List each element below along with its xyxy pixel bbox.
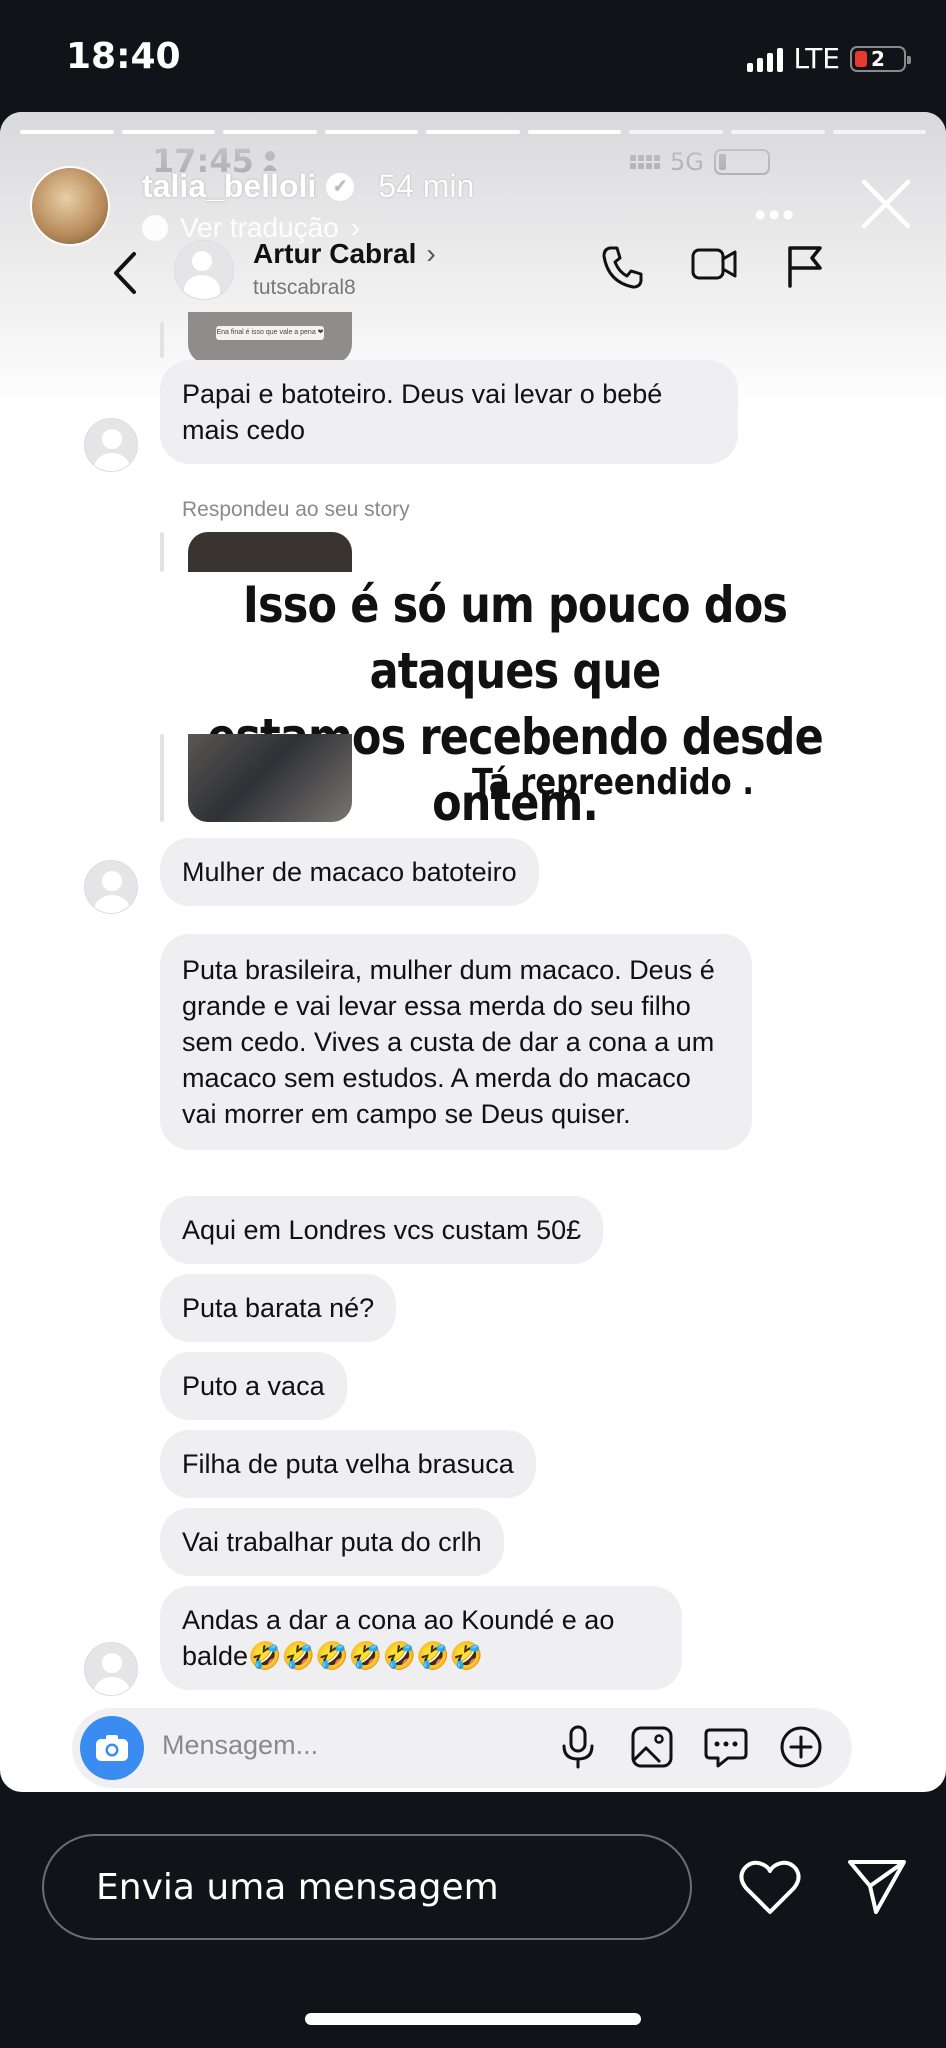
message-bubble[interactable]: Andas a dar a cona ao Koundé e ao balde🤣… bbox=[160, 1586, 682, 1690]
translate-icon bbox=[142, 215, 168, 241]
composer-input[interactable]: Mensagem... bbox=[162, 1730, 318, 1761]
os-status-bar: 18:40 LTE 2 bbox=[0, 0, 946, 112]
reply-line bbox=[160, 322, 164, 358]
story-overlay-subtext: Tá repreendido . bbox=[472, 762, 754, 803]
message-composer: Mensagem... bbox=[72, 1708, 852, 1788]
message-bubble[interactable]: Puta barata né? bbox=[160, 1274, 397, 1342]
microphone-icon[interactable] bbox=[556, 1724, 600, 1770]
message-bubble[interactable]: Mulher de macaco batoteiro bbox=[160, 838, 539, 906]
reply-line bbox=[160, 532, 164, 572]
chevron-right-icon: › bbox=[350, 212, 361, 243]
story-user[interactable]: talia_belloli ✓ 54 min bbox=[142, 168, 474, 205]
story-reply-thumbnail[interactable] bbox=[188, 734, 352, 822]
sender-avatar[interactable] bbox=[84, 1642, 138, 1696]
dm-handle: tutscabral8 bbox=[253, 276, 356, 299]
story-avatar[interactable] bbox=[30, 166, 110, 246]
close-icon[interactable] bbox=[856, 174, 916, 234]
story-time-ago: 54 min bbox=[378, 168, 475, 204]
camera-icon bbox=[96, 1735, 128, 1761]
battery-label: 2 bbox=[871, 46, 885, 71]
os-status-right: LTE 2 bbox=[747, 42, 911, 75]
verified-icon: ✓ bbox=[326, 172, 355, 201]
story-reply-thumbnail[interactable] bbox=[188, 532, 352, 572]
story-progress bbox=[20, 130, 927, 134]
story-reply-input[interactable]: Envia uma mensagem bbox=[42, 1834, 692, 1940]
camera-button[interactable] bbox=[80, 1716, 144, 1780]
sender-avatar[interactable] bbox=[84, 860, 138, 914]
message-bubble[interactable]: Filha de puta velha brasuca bbox=[160, 1430, 536, 1498]
message-bubble[interactable]: Papai e batoteiro. Deus vai levar o bebé… bbox=[160, 360, 738, 464]
translate-link[interactable]: Ver tradução › bbox=[142, 212, 360, 244]
story-reply-thumbnail[interactable]: Ena final é isso que vale a pena ❤ bbox=[188, 312, 352, 364]
composer-actions bbox=[556, 1724, 824, 1770]
send-icon[interactable] bbox=[846, 1856, 908, 1916]
message-bubble[interactable]: Vai trabalhar puta do crlh bbox=[160, 1508, 504, 1576]
message-bubble[interactable]: Puta brasileira, mulher dum macaco. Deus… bbox=[160, 934, 752, 1150]
story-panel[interactable]: 17:45 5G Artur Cabral › tutscabral8 tali… bbox=[0, 112, 946, 1792]
sticker-icon[interactable] bbox=[704, 1724, 748, 1770]
battery-icon: 2 bbox=[850, 45, 911, 72]
more-icon[interactable]: ••• bbox=[754, 196, 796, 235]
signal-icon bbox=[747, 46, 784, 72]
image-icon[interactable] bbox=[630, 1724, 674, 1770]
story-reply-placeholder: Envia uma mensagem bbox=[96, 1867, 499, 1908]
message-bubble[interactable]: Aqui em Londres vcs custam 50£ bbox=[160, 1196, 604, 1264]
network-label: LTE bbox=[793, 42, 840, 75]
reply-line bbox=[160, 734, 164, 822]
replied-label: Respondeu ao seu story bbox=[182, 498, 410, 521]
home-indicator bbox=[305, 2013, 641, 2025]
translate-label: Ver tradução bbox=[180, 212, 339, 243]
thumb-caption: Ena final é isso que vale a pena ❤ bbox=[216, 326, 324, 340]
story-header: talia_belloli ✓ 54 min Ver tradução › ••… bbox=[30, 156, 916, 276]
message-bubble[interactable]: Puto a vaca bbox=[160, 1352, 347, 1420]
sender-avatar[interactable] bbox=[84, 418, 138, 472]
heart-icon[interactable] bbox=[738, 1858, 802, 1918]
os-time: 18:40 bbox=[66, 36, 181, 77]
story-username: talia_belloli bbox=[142, 168, 317, 204]
plus-icon[interactable] bbox=[778, 1724, 824, 1770]
overlay-line-1: Isso é só um pouco dos ataques que bbox=[242, 576, 788, 700]
